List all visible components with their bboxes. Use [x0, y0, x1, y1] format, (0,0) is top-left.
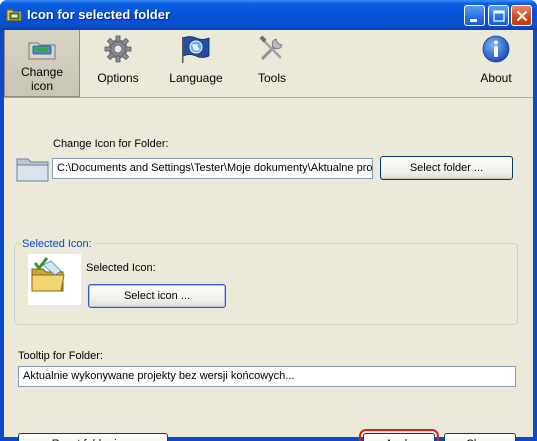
minimize-icon [470, 19, 477, 22]
tooltip-label: Tooltip for Folder: [18, 350, 103, 362]
tab-about-label: About [480, 71, 512, 85]
app-window: Icon for selected folder Change icon Opt… [0, 0, 537, 441]
maximize-button[interactable] [488, 5, 509, 26]
close-icon [516, 10, 528, 22]
minimize-button[interactable] [464, 5, 485, 26]
tab-options[interactable]: Options [88, 30, 148, 97]
tab-tools[interactable]: Tools [244, 30, 300, 97]
tab-language-label: Language [169, 71, 223, 85]
tab-change-icon[interactable]: Change icon [4, 30, 80, 97]
tab-tools-label: Tools [257, 71, 286, 85]
close-button[interactable]: Close [444, 433, 516, 441]
tab-about[interactable]: About [470, 30, 522, 97]
close-window-button[interactable] [511, 5, 532, 26]
select-folder-button[interactable]: Select folder ... [380, 156, 513, 180]
tools-icon [259, 35, 283, 61]
selected-icon-label: Selected Icon: [86, 262, 156, 274]
apply-button[interactable]: Apply [359, 429, 439, 441]
select-icon-button[interactable]: Select icon ... [88, 284, 226, 308]
main-toolbar: Change icon Options Language Tools About [4, 30, 533, 98]
info-icon [482, 35, 510, 63]
change-icon-panel: Change Icon for Folder: C:\Documents and… [4, 99, 533, 441]
tab-options-label: Options [97, 71, 139, 85]
tab-change-icon-label-2: icon [30, 79, 53, 93]
app-folder-icon [6, 9, 22, 21]
tooltip-field[interactable]: Aktualnie wykonywane projekty bez wersji… [18, 366, 516, 387]
folder-path-field[interactable]: C:\Documents and Settings\Tester\Moje do… [52, 158, 373, 179]
reset-folder-icon-button[interactable]: Reset folder icon [18, 433, 168, 441]
gear-icon [104, 35, 132, 63]
folder-check-icon [31, 257, 65, 292]
tab-change-icon-label-1: Change [20, 65, 64, 79]
flag-globe-icon [182, 36, 210, 63]
title-bar[interactable]: Icon for selected folder [0, 0, 537, 30]
window-title: Icon for selected folder [27, 7, 171, 22]
tab-language[interactable]: Language [164, 30, 228, 97]
maximize-icon [493, 10, 505, 22]
window-client-area: Change icon Options Language Tools About… [4, 30, 533, 441]
change-icon-folder-label: Change Icon for Folder: [53, 138, 169, 150]
selected-icon-group-title: Selected Icon: [21, 238, 93, 250]
icon-preview [28, 254, 81, 305]
folder-icon [16, 158, 49, 182]
change-icon-icon [28, 42, 56, 60]
